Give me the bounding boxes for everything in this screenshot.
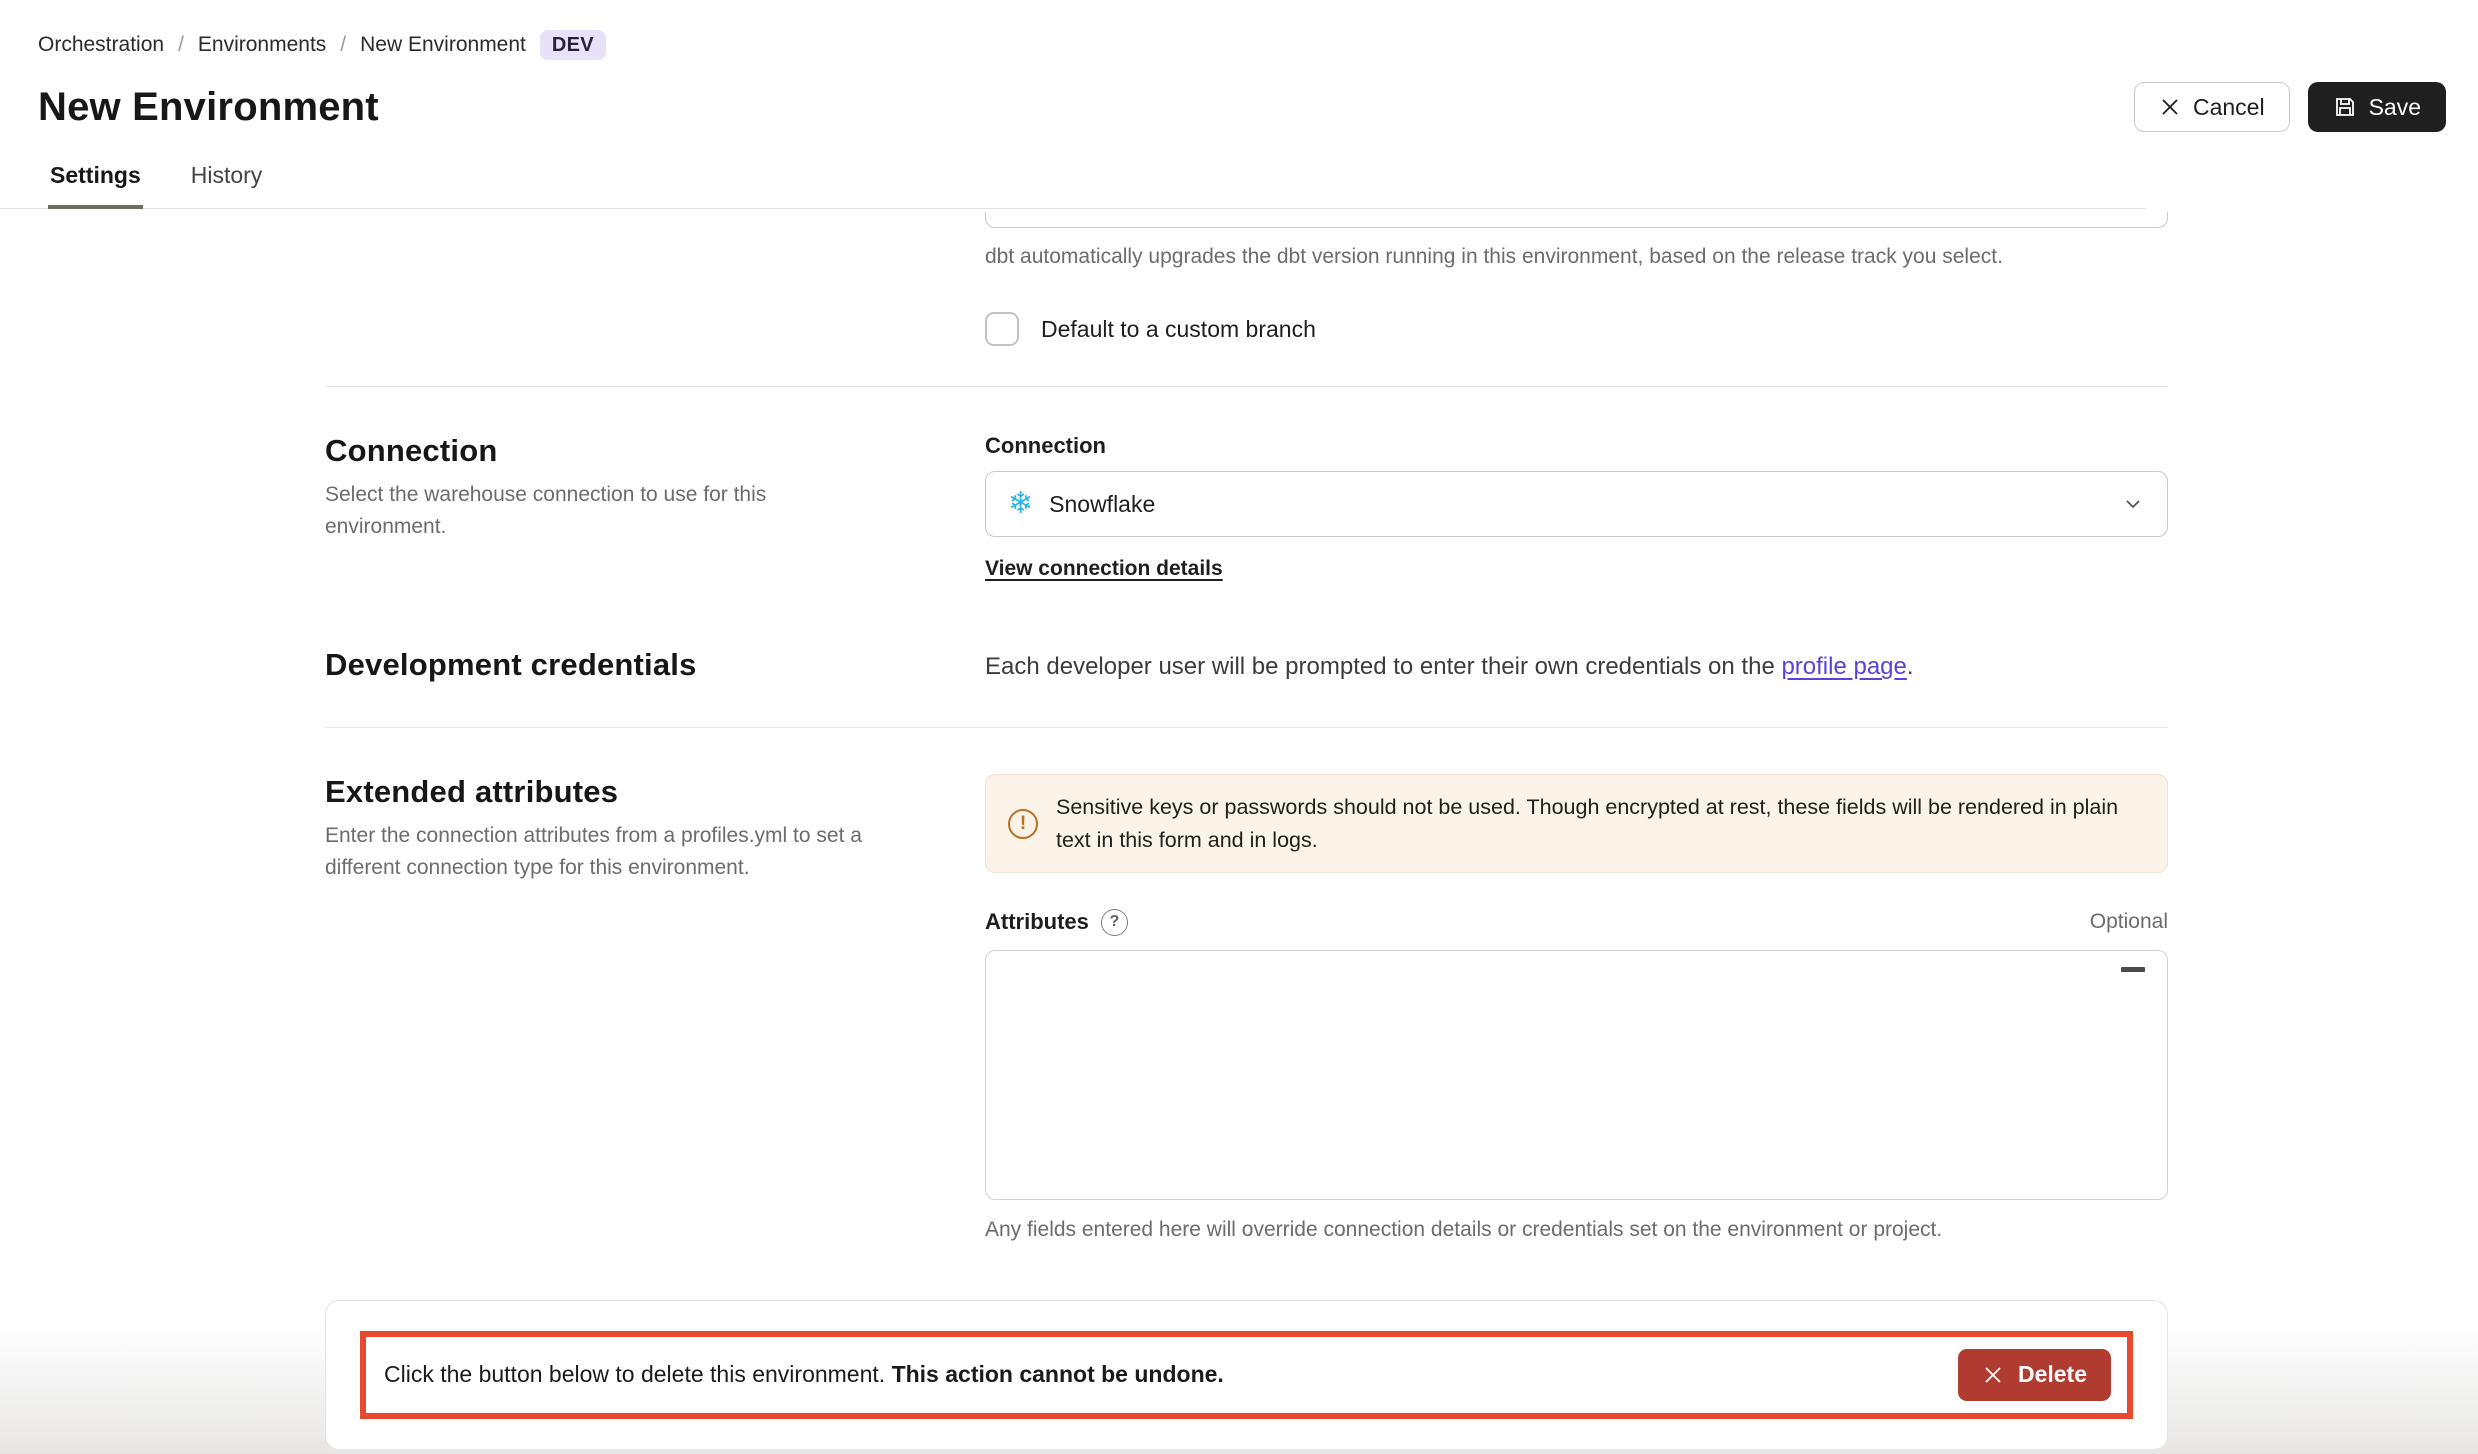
cancel-button-label: Cancel: [2193, 94, 2265, 121]
help-icon[interactable]: ?: [1101, 909, 1128, 936]
breadcrumb-item-environments[interactable]: Environments: [198, 33, 326, 57]
close-icon: [2159, 96, 2181, 118]
breadcrumb-item-orchestration[interactable]: Orchestration: [38, 33, 164, 57]
danger-zone-text: Click the button below to delete this en…: [384, 1361, 1224, 1388]
editor-collapse-icon[interactable]: [2121, 967, 2145, 972]
release-track-helper-text: dbt automatically upgrades the dbt versi…: [985, 242, 2168, 272]
breadcrumb-item-new-environment[interactable]: New Environment: [360, 33, 526, 57]
warning-text: Sensitive keys or passwords should not b…: [1056, 791, 2145, 856]
default-custom-branch-label: Default to a custom branch: [1041, 316, 1316, 343]
profile-page-link[interactable]: profile page: [1781, 653, 1906, 680]
cancel-button[interactable]: Cancel: [2134, 82, 2290, 132]
dev-credentials-title: Development credentials: [325, 647, 985, 683]
dev-credentials-text: Each developer user will be prompted to …: [985, 647, 2168, 683]
release-track-select-partial[interactable]: [985, 212, 2168, 228]
save-icon: [2333, 95, 2357, 119]
optional-badge: Optional: [2090, 910, 2168, 934]
view-connection-details-link[interactable]: View connection details: [985, 557, 1223, 581]
warning-icon: !: [1008, 809, 1038, 839]
breadcrumb-separator: /: [340, 33, 346, 57]
connection-select[interactable]: ❄ Snowflake: [985, 471, 2168, 537]
delete-button[interactable]: Delete: [1958, 1349, 2111, 1401]
dev-credentials-text-before: Each developer user will be prompted to …: [985, 653, 1781, 680]
chevron-down-icon: [2121, 492, 2145, 516]
attributes-helper-text: Any fields entered here will override co…: [985, 1218, 2168, 1242]
tab-bar: Settings History: [0, 162, 2146, 209]
save-button[interactable]: Save: [2308, 82, 2446, 132]
attributes-editor[interactable]: [985, 950, 2168, 1200]
tab-history[interactable]: History: [189, 162, 265, 209]
connection-select-value: Snowflake: [1049, 491, 2105, 518]
snowflake-icon: ❄: [1008, 489, 1033, 519]
save-button-label: Save: [2369, 94, 2421, 121]
dev-credentials-text-after: .: [1907, 653, 1914, 680]
header-actions: Cancel Save: [2134, 82, 2446, 132]
breadcrumb-separator: /: [178, 33, 184, 57]
page-title: New Environment: [38, 85, 379, 130]
connection-field-label: Connection: [985, 433, 2168, 459]
tab-settings[interactable]: Settings: [48, 162, 143, 209]
close-icon: [1982, 1364, 2004, 1386]
extended-attributes-title: Extended attributes: [325, 774, 985, 810]
extended-attributes-description: Enter the connection attributes from a p…: [325, 820, 885, 883]
danger-highlight-box: Click the button below to delete this en…: [360, 1331, 2133, 1419]
default-custom-branch-checkbox[interactable]: [985, 312, 1019, 346]
connection-section-title: Connection: [325, 433, 985, 469]
breadcrumb: Orchestration / Environments / New Envir…: [38, 30, 2454, 60]
attributes-field-label: Attributes: [985, 909, 1089, 935]
danger-zone-text-bold: This action cannot be undone.: [892, 1361, 1224, 1387]
danger-zone-card: Click the button below to delete this en…: [325, 1300, 2168, 1450]
environment-type-badge: DEV: [540, 30, 606, 60]
sensitive-keys-warning-banner: ! Sensitive keys or passwords should not…: [985, 774, 2168, 873]
delete-button-label: Delete: [2018, 1361, 2087, 1388]
connection-section-description: Select the warehouse connection to use f…: [325, 479, 885, 542]
danger-zone-text-normal: Click the button below to delete this en…: [384, 1361, 892, 1387]
